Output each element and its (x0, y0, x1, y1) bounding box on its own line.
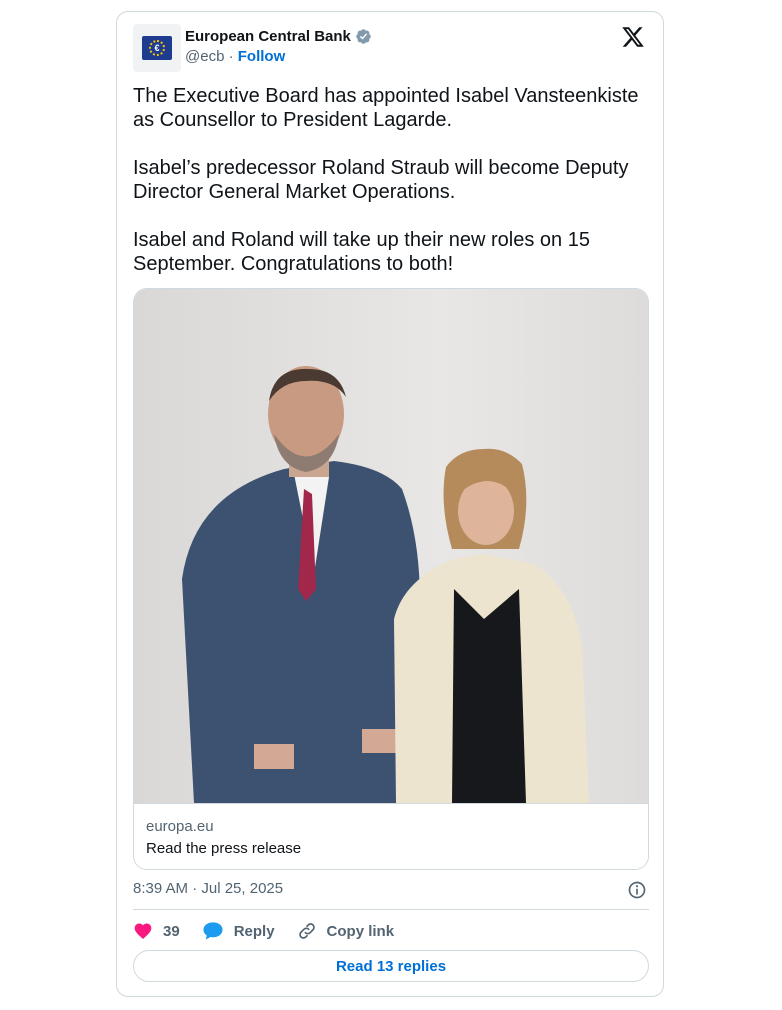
account-handle[interactable]: @ecb (185, 48, 224, 65)
like-count: 39 (163, 922, 180, 940)
account-name[interactable]: European Central Bank (185, 28, 351, 45)
heart-icon (134, 923, 152, 939)
link-icon (298, 923, 315, 939)
tweet-text: The Executive Board has appointed Isabel… (133, 84, 643, 300)
media-card[interactable]: europa.eu Read the press release (133, 288, 649, 870)
reply-label: Reply (233, 922, 275, 940)
link-title[interactable]: Read the press release (146, 840, 636, 858)
tweet-header: € European Central Bank @ecb · Follow (133, 24, 647, 72)
like-button[interactable]: 39 (133, 921, 180, 941)
info-icon[interactable] (627, 880, 647, 900)
avatar[interactable]: € (133, 24, 181, 72)
divider (133, 909, 649, 910)
action-bar: 39 Reply Copy link (133, 920, 416, 942)
tweet-embed-card: € European Central Bank @ecb · Follow Th… (116, 11, 664, 997)
tweet-meta: 8:39 AM · Jul 25, 2025 (133, 878, 649, 902)
tweet-paragraph: Isabel’s predecessor Roland Straub will … (133, 157, 629, 203)
euro-symbol: € (154, 43, 160, 53)
handle-separator: · (228, 48, 234, 65)
ecb-logo: € (142, 36, 172, 60)
tweet-photo[interactable] (134, 289, 648, 803)
copy-link-label: Copy link (326, 922, 395, 940)
x-logo-icon[interactable] (621, 25, 645, 49)
verified-badge-icon (356, 29, 371, 44)
follow-button[interactable]: Follow (238, 48, 286, 65)
reply-button[interactable]: Reply (202, 921, 275, 941)
tweet-paragraph: Isabel and Roland will take up their new… (133, 229, 590, 275)
read-replies-button[interactable]: Read 13 replies (133, 950, 649, 982)
tweet-timestamp[interactable]: 8:39 AM · Jul 25, 2025 (133, 880, 283, 897)
tweet-paragraph: The Executive Board has appointed Isabel… (133, 85, 639, 131)
link-domain: europa.eu (146, 818, 214, 835)
link-preview[interactable]: europa.eu Read the press release (134, 803, 648, 869)
reply-bubble-icon (203, 922, 223, 940)
copy-link-button[interactable]: Copy link (297, 921, 395, 941)
